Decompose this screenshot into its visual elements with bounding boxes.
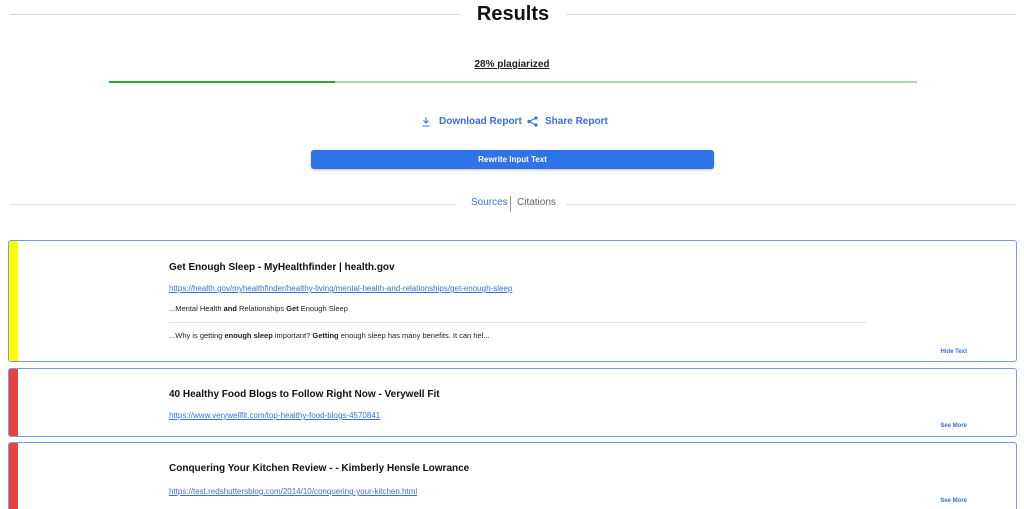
source-url-link[interactable]: https://test.redshuttersblog.com/2014/10… — [169, 487, 417, 496]
plagiarism-progress-bar — [109, 81, 917, 83]
rewrite-input-text-button[interactable]: Rewrite Input Text — [311, 150, 714, 169]
source-url-link[interactable]: https://www.verywellfit.com/top-healthy-… — [169, 411, 380, 420]
severity-indicator — [9, 369, 18, 436]
plagiarism-progress-fill — [109, 81, 336, 83]
results-header: Results — [10, 0, 1016, 30]
severity-indicator — [9, 241, 18, 361]
snippet-divider — [169, 322, 866, 323]
hide-text-button[interactable]: Hide Text — [940, 349, 967, 355]
source-title: 40 Healthy Food Blogs to Follow Right No… — [169, 389, 440, 400]
tab-separator — [510, 196, 511, 212]
header-divider-right — [566, 14, 1016, 15]
source-title: Get Enough Sleep - MyHealthfinder | heal… — [169, 262, 395, 273]
source-title: Conquering Your Kitchen Review - - Kimbe… — [169, 463, 470, 474]
matched-snippet: ...Mental Health and Relationships Get E… — [169, 304, 348, 313]
severity-indicator — [9, 443, 18, 509]
download-report-button[interactable]: Download Report — [420, 115, 522, 127]
share-report-button[interactable]: Share Report — [526, 115, 608, 127]
report-actions: Download Report Share Report — [0, 115, 1024, 129]
source-url-link[interactable]: https://health.gov/myhealthfinder/health… — [169, 284, 512, 293]
tab-sources[interactable]: Sources — [471, 197, 508, 208]
share-icon — [526, 115, 538, 127]
source-card: 40 Healthy Food Blogs to Follow Right No… — [8, 368, 1017, 437]
sources-citations-tabs: Sources Citations — [10, 196, 1016, 212]
plagiarism-percentage: 28% plagiarized — [474, 59, 550, 70]
tab-citations[interactable]: Citations — [517, 197, 556, 208]
download-report-label: Download Report — [439, 115, 522, 127]
source-card: Conquering Your Kitchen Review - - Kimbe… — [8, 442, 1017, 509]
see-more-button[interactable]: See More — [940, 498, 967, 504]
download-icon — [420, 115, 432, 127]
source-card: Get Enough Sleep - MyHealthfinder | heal… — [8, 240, 1017, 362]
share-report-label: Share Report — [545, 115, 608, 127]
tabs-divider-left — [10, 204, 456, 205]
tabs-divider-right — [566, 204, 1016, 205]
matched-snippet: ...Why is getting enough sleep important… — [169, 331, 490, 340]
see-more-button[interactable]: See More — [940, 423, 967, 429]
